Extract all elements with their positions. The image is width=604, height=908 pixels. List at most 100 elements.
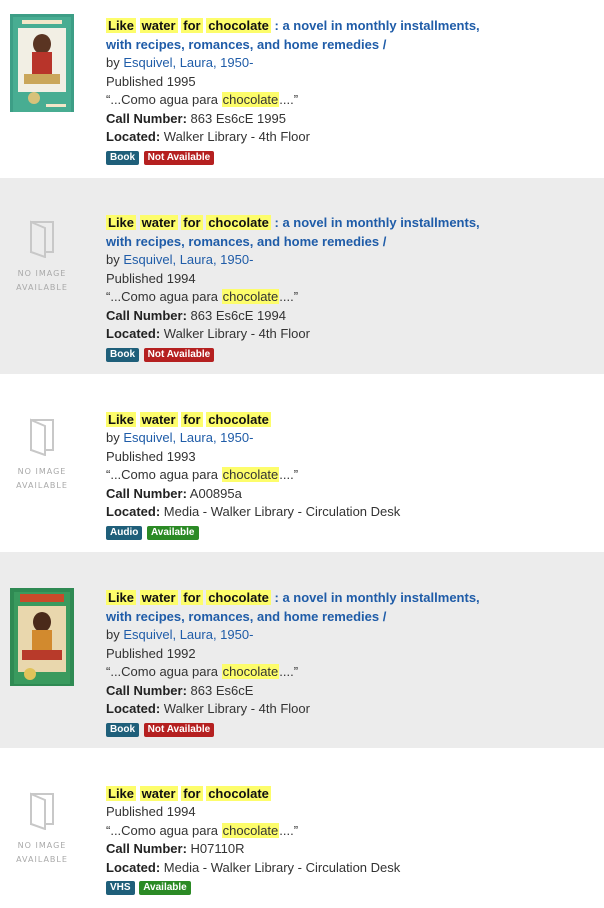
availability-badge: Available xyxy=(146,525,199,540)
title-highlight[interactable]: water xyxy=(139,412,178,427)
snippet-text: “...Como agua para xyxy=(106,822,222,838)
snippet-highlight: chocolate xyxy=(221,467,280,483)
title-highlight[interactable]: for xyxy=(181,786,203,801)
book-cover-thumbnail[interactable] xyxy=(10,588,74,686)
location: Located: Media - Walker Library - Circul… xyxy=(106,503,586,522)
location-label: Located: xyxy=(106,504,161,520)
book-cover-image[interactable] xyxy=(10,14,74,112)
result-info: Like water for chocolate : a novel in mo… xyxy=(106,16,586,165)
no-image-label: AVAILABLE xyxy=(16,481,68,490)
title-highlight[interactable]: for xyxy=(181,18,203,33)
snippet-highlight: chocolate xyxy=(221,822,280,838)
result-title[interactable]: Like water for chocolate xyxy=(106,784,586,803)
no-image-placeholder[interactable]: NO IMAGE AVAILABLE xyxy=(10,216,74,295)
title-highlight[interactable]: chocolate xyxy=(206,412,271,427)
availability-badge: Not Available xyxy=(143,150,215,165)
snippet: “...Como agua para chocolate....” xyxy=(106,91,586,110)
call-number-value: 863 Es6cE 1995 xyxy=(186,110,286,126)
badges: Book Not Available xyxy=(106,149,586,165)
book-cover-image[interactable] xyxy=(10,588,74,686)
author-line: by Esquivel, Laura, 1950- xyxy=(106,429,586,448)
author-link[interactable]: Esquivel, Laura, 1950- xyxy=(123,627,253,642)
title-highlight[interactable]: water xyxy=(139,786,178,801)
title-highlight[interactable]: Like xyxy=(106,215,137,230)
location-value: Media - Walker Library - Circulation Des… xyxy=(160,859,401,875)
call-number: Call Number: H07110R xyxy=(106,840,586,859)
book-cover-thumbnail[interactable] xyxy=(10,14,74,112)
author-link[interactable]: Esquivel, Laura, 1950- xyxy=(123,252,253,267)
call-number: Call Number: 863 Es6cE 1994 xyxy=(106,307,586,326)
title-highlight[interactable]: water xyxy=(139,215,178,230)
author-link[interactable]: Esquivel, Laura, 1950- xyxy=(123,55,253,70)
format-badge: VHS xyxy=(106,881,135,896)
author-link[interactable]: Esquivel, Laura, 1950- xyxy=(123,430,253,445)
author-line: by Esquivel, Laura, 1950- xyxy=(106,251,586,270)
title-highlight[interactable]: Like xyxy=(106,18,137,33)
search-results-list: Like water for chocolate : a novel in mo… xyxy=(0,0,604,908)
no-image-placeholder[interactable]: NO IMAGE AVAILABLE xyxy=(10,414,74,493)
title-highlight[interactable]: water xyxy=(139,590,178,605)
title-link[interactable]: : a novel in monthly installments, xyxy=(275,18,480,33)
no-image-label: NO IMAGE xyxy=(17,269,67,278)
snippet-highlight: chocolate xyxy=(221,92,280,108)
snippet-text: ....” xyxy=(279,664,299,680)
no-image-label: NO IMAGE xyxy=(17,841,67,850)
snippet: “...Como agua para chocolate....” xyxy=(106,663,586,682)
author-line: by Esquivel, Laura, 1950- xyxy=(106,54,586,73)
snippet-text: “...Como agua para xyxy=(106,467,222,483)
published-date: Published 1993 xyxy=(106,448,196,464)
snippet-text: ....” xyxy=(279,289,299,305)
title-link[interactable]: with recipes, romances, and home remedie… xyxy=(106,37,386,52)
result-item: Like water for chocolate : a novel in mo… xyxy=(0,552,604,748)
title-link[interactable]: with recipes, romances, and home remedie… xyxy=(106,609,386,624)
title-highlight[interactable]: Like xyxy=(106,412,137,427)
location-value: Walker Library - 4th Floor xyxy=(160,326,310,342)
title-highlight[interactable]: Like xyxy=(106,786,137,801)
location-value: Media - Walker Library - Circulation Des… xyxy=(160,504,401,520)
result-title[interactable]: Like water for chocolate : a novel in mo… xyxy=(106,213,586,251)
call-number-label: Call Number: xyxy=(106,485,187,501)
result-title[interactable]: Like water for chocolate : a novel in mo… xyxy=(106,16,586,54)
badges: Book Not Available xyxy=(106,346,586,362)
location-value: Walker Library - 4th Floor xyxy=(160,701,310,717)
title-highlight[interactable]: water xyxy=(139,18,178,33)
published-date: Published 1992 xyxy=(106,645,196,661)
location: Located: Walker Library - 4th Floor xyxy=(106,700,586,719)
call-number: Call Number: 863 Es6cE 1995 xyxy=(106,110,586,129)
result-item: Like water for chocolate : a novel in mo… xyxy=(0,0,604,178)
published-date: Published 1994 xyxy=(106,270,196,286)
title-highlight[interactable]: chocolate xyxy=(206,18,271,33)
call-number-label: Call Number: xyxy=(106,841,187,857)
location-value: Walker Library - 4th Floor xyxy=(160,129,310,145)
availability-badge: Not Available xyxy=(143,722,215,737)
title-highlight[interactable]: for xyxy=(181,215,203,230)
call-number-label: Call Number: xyxy=(106,307,187,323)
call-number-value: 863 Es6cE 1994 xyxy=(186,307,286,323)
result-title[interactable]: Like water for chocolate : a novel in mo… xyxy=(106,588,586,626)
no-image-icon xyxy=(30,220,54,259)
title-highlight[interactable]: for xyxy=(181,412,203,427)
call-number-label: Call Number: xyxy=(106,682,187,698)
published-date: Published 1995 xyxy=(106,73,196,89)
no-image-icon xyxy=(30,792,54,831)
title-highlight[interactable]: chocolate xyxy=(206,786,271,801)
result-title[interactable]: Like water for chocolate xyxy=(106,410,586,429)
title-highlight[interactable]: chocolate xyxy=(206,590,271,605)
title-highlight[interactable]: chocolate xyxy=(206,215,271,230)
no-image-placeholder[interactable]: NO IMAGE AVAILABLE xyxy=(10,788,74,867)
title-highlight[interactable]: for xyxy=(181,590,203,605)
format-badge: Audio xyxy=(106,525,143,540)
snippet: “...Como agua para chocolate....” xyxy=(106,288,586,307)
format-badge: Book xyxy=(106,722,139,737)
snippet-text: “...Como agua para xyxy=(106,92,222,108)
title-link[interactable]: : a novel in monthly installments, xyxy=(275,215,480,230)
title-link[interactable]: with recipes, romances, and home remedie… xyxy=(106,234,386,249)
by-label: by xyxy=(106,55,124,70)
title-link[interactable]: : a novel in monthly installments, xyxy=(275,590,480,605)
by-label: by xyxy=(106,430,124,445)
no-image-label: NO IMAGE xyxy=(17,467,67,476)
title-highlight[interactable]: Like xyxy=(106,590,137,605)
badges: Audio Available xyxy=(106,524,586,540)
location: Located: Media - Walker Library - Circul… xyxy=(106,859,586,878)
location: Located: Walker Library - 4th Floor xyxy=(106,325,586,344)
